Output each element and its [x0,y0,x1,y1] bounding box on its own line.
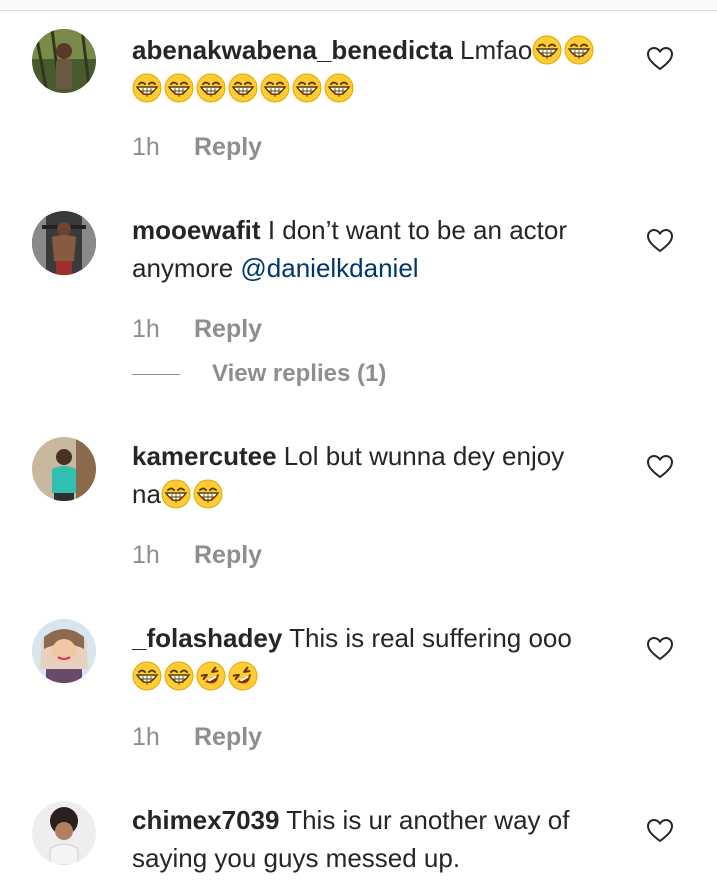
avatar[interactable] [32,211,96,275]
comment-text: Lol but wunna dey enjoy [283,441,565,471]
comment-body: _folashadey This is real suffering ooo [132,619,622,695]
comment-body: abenakwabena_benedicta Lmfao [132,31,622,107]
comment-text-line2: na [132,479,161,509]
grinning-squinting-face-emoji [324,73,354,103]
comment-time: 1h [132,541,160,569]
comment-time: 1h [132,315,160,343]
grinning-squinting-face-emoji [228,73,258,103]
rolling-on-floor-laughing-emoji [196,661,226,691]
heart-outline-icon[interactable] [646,227,674,255]
reply-button[interactable]: Reply [194,541,262,569]
view-replies-label: View replies (1) [212,360,387,387]
comment-body: kamercutee Lol but wunna dey enjoy na [132,437,622,513]
reply-button[interactable]: Reply [194,133,262,161]
grinning-squinting-face-emoji [192,479,223,509]
comment-body: chimex7039 This is ur another way of say… [132,801,622,877]
comment-body: mooewafit I don’t want to be an actor an… [132,211,622,287]
view-replies-button[interactable]: View replies (1) [132,359,386,389]
comment-meta: 1h Reply [132,314,262,344]
heart-outline-icon[interactable] [646,45,674,73]
top-divider [0,0,717,11]
rolling-on-floor-laughing-emoji [228,661,258,691]
comment-time: 1h [132,723,160,751]
comment-time: 1h [132,133,160,161]
avatar[interactable] [32,801,96,865]
heart-outline-icon[interactable] [646,817,674,845]
comment-username[interactable]: _folashadey [132,623,282,653]
heart-outline-icon[interactable] [646,635,674,663]
comment-username[interactable]: chimex7039 [132,805,279,835]
grinning-squinting-face-emoji [564,35,595,65]
avatar[interactable] [32,29,96,93]
comment-text: This is real suffering ooo [289,623,572,653]
grinning-squinting-face-emoji [196,73,226,103]
avatar[interactable] [32,437,96,501]
heart-outline-icon[interactable] [646,453,674,481]
grinning-squinting-face-emoji [292,73,322,103]
comment-meta: 1h Reply [132,132,262,162]
grinning-squinting-face-emoji [260,73,290,103]
comment-meta: 1h Reply [132,722,262,752]
grinning-squinting-face-emoji [160,479,191,509]
comment-meta: 1h Reply [132,540,262,570]
reply-button[interactable]: Reply [194,315,262,343]
grinning-squinting-face-emoji [132,73,162,103]
view-replies-line [132,374,180,376]
comment-username[interactable]: abenakwabena_benedicta [132,35,453,65]
avatar[interactable] [32,619,96,683]
grinning-squinting-face-emoji [132,661,162,691]
grinning-squinting-face-emoji [532,35,563,65]
comment-username[interactable]: mooewafit [132,215,261,245]
grinning-squinting-face-emoji [164,661,194,691]
grinning-squinting-face-emoji [164,73,194,103]
reply-button[interactable]: Reply [194,723,262,751]
comment-username[interactable]: kamercutee [132,441,277,471]
comment-text: Lmfao [460,35,533,65]
comment-mention[interactable]: @danielkdaniel [240,253,418,283]
